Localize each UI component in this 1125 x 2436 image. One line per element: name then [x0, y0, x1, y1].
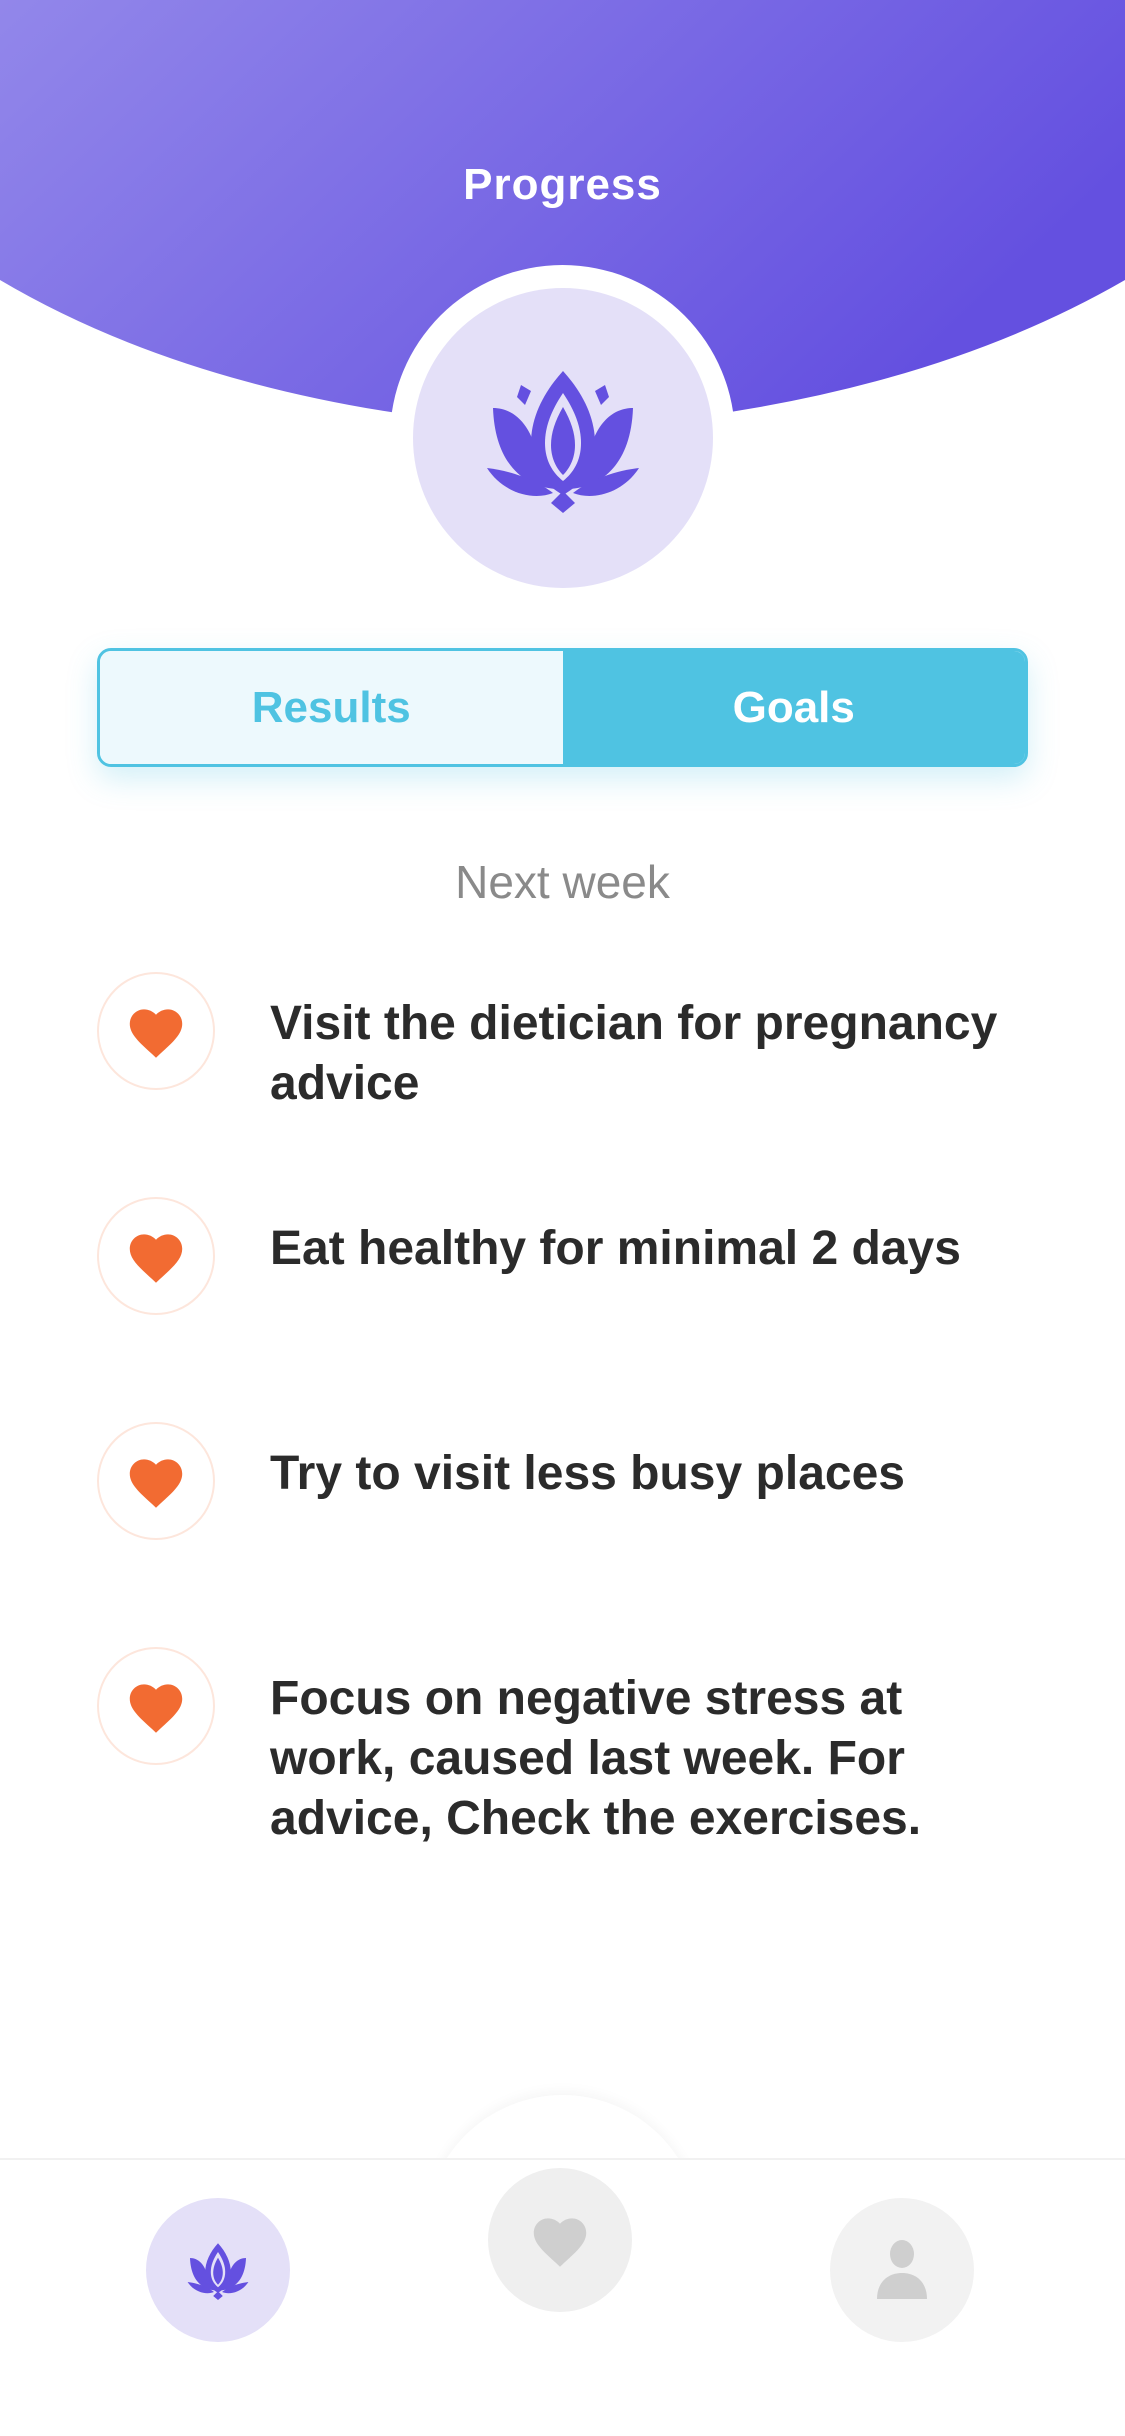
goal-icon-wrapper — [97, 1422, 215, 1540]
tab-favorites[interactable] — [488, 2168, 632, 2312]
goal-icon-wrapper — [97, 1647, 215, 1765]
tab-goals[interactable]: Goals — [562, 651, 1025, 764]
heart-icon — [129, 1234, 183, 1283]
heart-icon — [129, 1684, 183, 1733]
page-title: Progress — [463, 160, 662, 209]
heart-icon — [129, 1009, 183, 1058]
profile-icon — [877, 2240, 927, 2299]
heart-icon — [129, 1459, 183, 1508]
tab-home[interactable] — [146, 2198, 290, 2342]
tab-results[interactable]: Results — [100, 651, 563, 764]
goal-item[interactable]: Focus on negative stress at work, caused… — [97, 1647, 1037, 1849]
segmented-control: Results Goals — [97, 648, 1028, 767]
section-title: Next week — [455, 856, 670, 908]
goal-text: Visit the dietician for pregnancy advice — [270, 997, 998, 1110]
goal-item[interactable]: Visit the dietician for pregnancy advice — [97, 972, 1037, 1114]
goal-icon-wrapper — [97, 972, 215, 1090]
goal-text: Try to visit less busy places — [270, 1447, 905, 1500]
tab-profile[interactable] — [830, 2198, 974, 2342]
logo — [413, 288, 713, 588]
goal-text: Focus on negative stress at work, caused… — [270, 1672, 922, 1845]
goal-text: Eat healthy for minimal 2 days — [270, 1222, 961, 1275]
lotus-icon — [487, 371, 639, 513]
goal-icon-wrapper — [97, 1197, 215, 1315]
goal-item[interactable]: Try to visit less busy places — [97, 1422, 1037, 1540]
goal-item[interactable]: Eat healthy for minimal 2 days — [97, 1197, 1037, 1315]
heart-icon — [533, 2218, 587, 2267]
lotus-icon — [187, 2243, 249, 2300]
